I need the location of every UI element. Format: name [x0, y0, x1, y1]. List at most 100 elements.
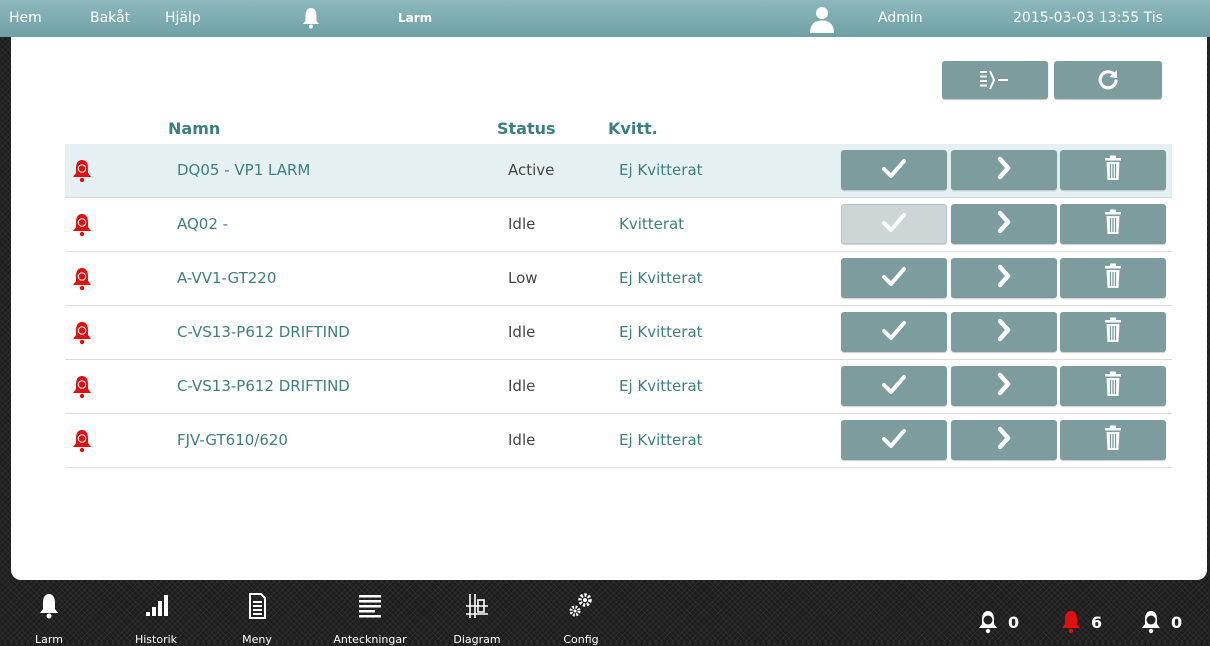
alarm-counter-c[interactable]: 0 [1139, 608, 1182, 636]
alarm-status: Active [508, 161, 555, 179]
nav-diagram[interactable]: Diagram [437, 590, 517, 646]
alarm-row[interactable]: A-VV1-GT220 Low Ej Kvitterat [65, 252, 1172, 306]
chevron-right-icon [996, 318, 1012, 346]
user-name[interactable]: Admin [878, 0, 923, 37]
details-button[interactable] [951, 366, 1057, 406]
alarm-b-icon [1062, 611, 1080, 634]
details-button[interactable] [951, 312, 1057, 352]
trash-icon [1104, 425, 1122, 455]
nav-label: Meny [242, 633, 272, 646]
help-link[interactable]: Hjälp [165, 0, 201, 37]
acknowledge-button[interactable] [841, 366, 947, 406]
acknowledge-button[interactable] [841, 420, 947, 460]
trash-icon [1104, 263, 1122, 293]
refresh-button[interactable] [1054, 61, 1162, 99]
alarm-a-icon [979, 611, 997, 634]
refresh-icon [1098, 70, 1118, 90]
check-icon [881, 157, 907, 183]
alarm-row[interactable]: C-VS13-P612 DRIFTIND Idle Ej Kvitterat [65, 306, 1172, 360]
trash-icon [1104, 371, 1122, 401]
nav-label: Historik [134, 633, 178, 646]
trash-icon [1104, 317, 1122, 347]
alarm-b-icon [70, 266, 94, 296]
trash-icon [1104, 155, 1122, 185]
check-icon [881, 427, 907, 453]
alarm-name[interactable]: DQ05 - VP1 LARM [177, 144, 310, 197]
nav-config[interactable]: Config [541, 590, 621, 646]
alarm-b-icon [70, 374, 94, 404]
alarm-ack-status: Ej Kvitterat [619, 161, 703, 179]
alarm-b-icon [70, 320, 94, 350]
alarm-name[interactable]: C-VS13-P612 DRIFTIND [177, 360, 350, 413]
alarm-b-icon [70, 158, 94, 188]
chevron-right-icon [996, 372, 1012, 400]
check-icon [881, 319, 907, 345]
nav-larm[interactable]: Larm [9, 590, 89, 646]
column-header-status[interactable]: Status [497, 119, 556, 138]
alarm-status: Idle [508, 377, 536, 395]
alarm-counter-b[interactable]: 6 [1059, 608, 1102, 636]
alarm-row[interactable]: FJV-GT610/620 Idle Ej Kvitterat [65, 414, 1172, 468]
acknowledge-button[interactable] [841, 258, 947, 298]
alarm-row[interactable]: DQ05 - VP1 LARM Active Ej Kvitterat [65, 144, 1172, 198]
notes-icon [359, 595, 381, 618]
alarm-panel: Namn Status Kvitt. DQ05 - VP1 LARM Active… [11, 37, 1207, 580]
delete-button[interactable] [1060, 366, 1166, 406]
nav-label: Config [563, 633, 599, 646]
alarm-b-icon [70, 212, 94, 242]
chevron-right-icon [996, 264, 1012, 292]
filter-icon [980, 70, 1008, 90]
alarm-counter-a[interactable]: 0 [976, 608, 1019, 636]
delete-button[interactable] [1060, 258, 1166, 298]
nav-label: Anteckningar [333, 633, 407, 646]
datetime: 2015-03-03 13:55 Tis [1013, 10, 1163, 26]
column-header-ack[interactable]: Kvitt. [608, 119, 658, 138]
alarm-status: Idle [508, 323, 536, 341]
alarm-status: Idle [508, 215, 536, 233]
bell-icon [40, 594, 58, 619]
top-bar: Hem Bakåt Hjälp Larm Admin 2015-03-03 13… [0, 0, 1210, 37]
alarm-b-icon [70, 428, 94, 458]
alarm-name[interactable]: AQ02 - [177, 198, 228, 251]
delete-button[interactable] [1060, 150, 1166, 190]
delete-button[interactable] [1060, 420, 1166, 460]
alarm-row[interactable]: C-VS13-P612 DRIFTIND Idle Ej Kvitterat [65, 360, 1172, 414]
nav-label: Larm [35, 633, 63, 646]
diagram-icon [466, 594, 488, 618]
bar-chart-icon [146, 595, 168, 616]
alarm-ack-status: Ej Kvitterat [619, 431, 703, 449]
alarm-name[interactable]: FJV-GT610/620 [177, 414, 288, 467]
nav-historik[interactable]: Historik [116, 590, 196, 646]
home-link[interactable]: Hem [9, 0, 42, 37]
alarm-ack-status: Ej Kvitterat [619, 269, 703, 287]
alarm-row[interactable]: AQ02 - Idle Kvitterat [65, 198, 1172, 252]
acknowledge-button[interactable] [841, 150, 947, 190]
counter-value: 0 [1171, 612, 1183, 632]
nav-label: Diagram [453, 633, 501, 646]
document-icon [249, 593, 266, 619]
acknowledge-button[interactable] [841, 312, 947, 352]
details-button[interactable] [951, 150, 1057, 190]
details-button[interactable] [951, 204, 1057, 244]
details-button[interactable] [951, 258, 1057, 298]
alarm-c-icon [1142, 611, 1160, 634]
chevron-right-icon [996, 156, 1012, 184]
nav-anteckningar[interactable]: Anteckningar [330, 590, 410, 646]
delete-button[interactable] [1060, 312, 1166, 352]
delete-button[interactable] [1060, 204, 1166, 244]
acknowledge-button[interactable] [841, 204, 947, 244]
alarm-ack-status: Kvitterat [619, 215, 685, 233]
details-button[interactable] [951, 420, 1057, 460]
alarm-ack-status: Ej Kvitterat [619, 323, 703, 341]
column-header-name[interactable]: Namn [168, 119, 220, 138]
check-icon [881, 211, 907, 237]
alarm-name[interactable]: C-VS13-P612 DRIFTIND [177, 306, 350, 359]
alarm-name[interactable]: A-VV1-GT220 [177, 252, 276, 305]
back-link[interactable]: Bakåt [90, 0, 130, 37]
check-icon [881, 265, 907, 291]
user-icon[interactable] [808, 5, 836, 33]
chevron-right-icon [996, 210, 1012, 238]
alarm-status: Low [508, 269, 538, 287]
filter-button[interactable] [942, 61, 1048, 99]
nav-meny[interactable]: Meny [217, 590, 297, 646]
